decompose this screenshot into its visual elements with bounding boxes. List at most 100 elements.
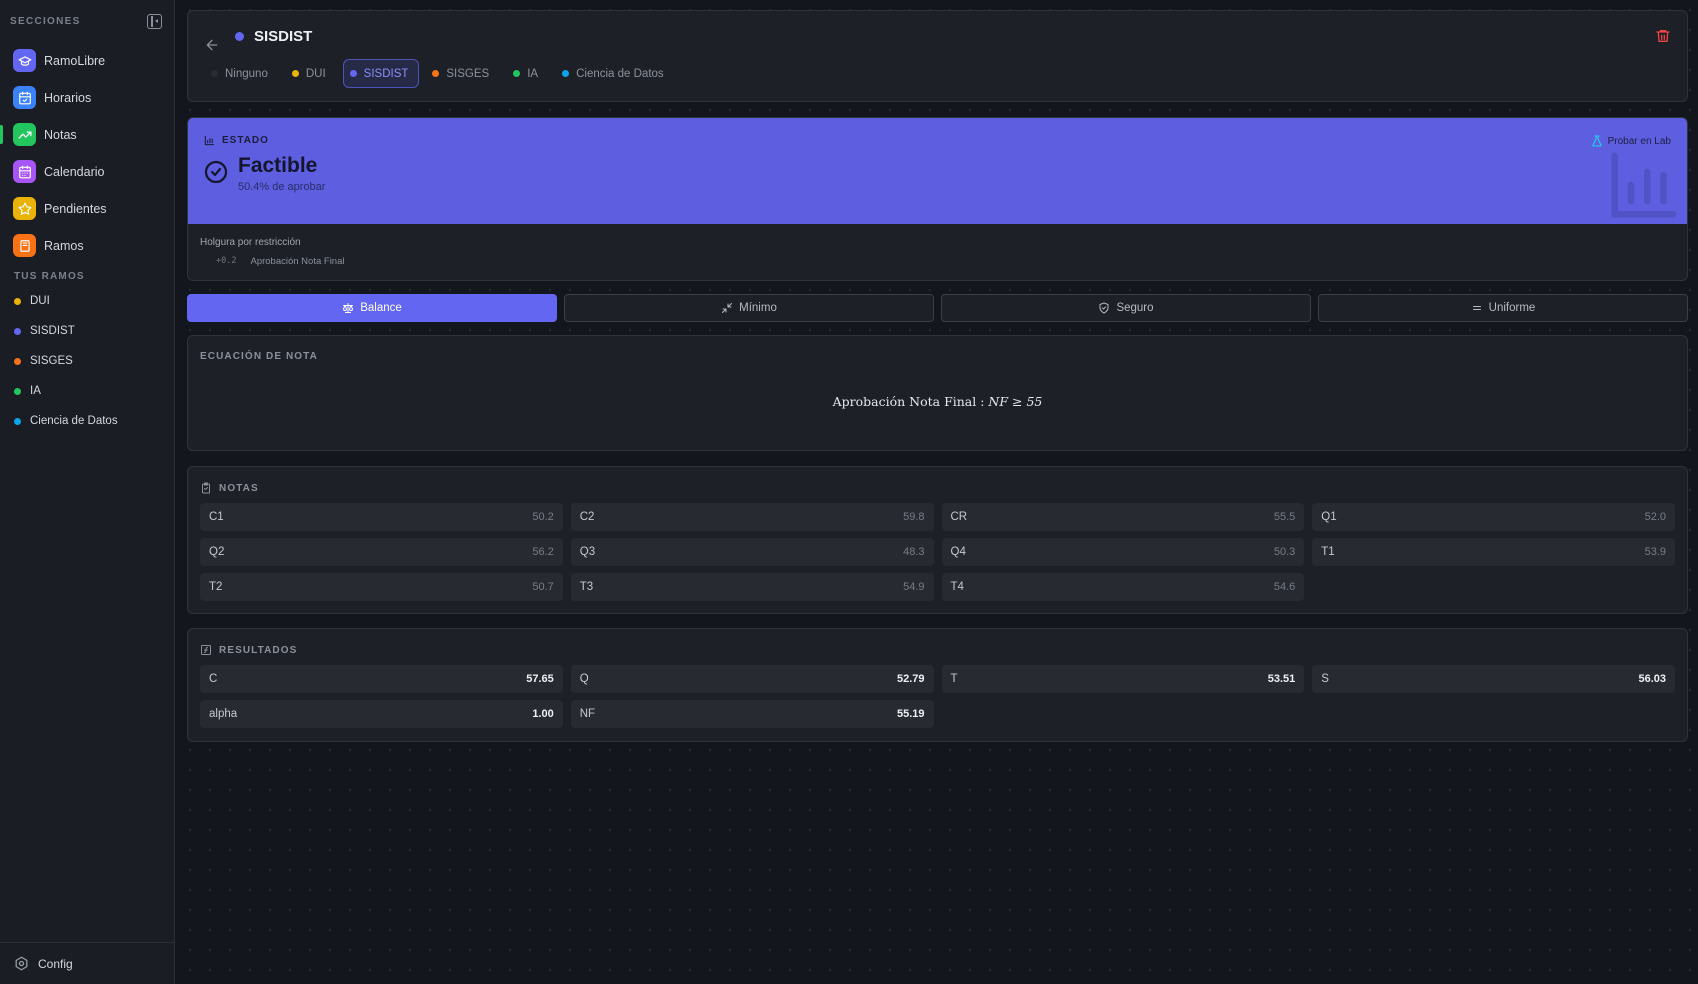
nota-cell[interactable]: Q3 48.3 [570,538,934,566]
sidebar-item-horarios[interactable]: Horarios [0,79,175,116]
resultado-cell: S 56.03 [1312,665,1675,693]
nota-cell[interactable]: T1 53.9 [1312,538,1675,566]
resultado-key: Q [579,673,589,685]
ramo-header-panel: SISDIST Ninguno DUI SISDIST SISGES IA Ci… [187,10,1688,102]
nota-key: Q2 [209,546,225,558]
tab-ninguno[interactable]: Ninguno [204,59,279,88]
sidebar-section-label: SECCIONES [10,15,81,27]
sidebar-item-pendientes[interactable]: Pendientes [0,190,175,227]
mode-label: Seguro [1116,302,1154,314]
nota-key: T3 [579,581,594,593]
back-arrow-icon[interactable] [204,37,220,53]
sidebar-item-label: Notas [44,127,77,142]
resultado-value: 52.79 [896,673,925,685]
nota-key: T1 [1321,546,1335,558]
ramo-label: DUI [30,295,50,307]
color-dot [291,70,299,77]
sidebar-item-label: Horarios [44,90,92,105]
tab-ia[interactable]: IA [506,59,549,88]
color-dot [513,70,521,77]
ramo-item-dui[interactable]: DUI [0,286,175,316]
function-icon [201,645,211,655]
ecuacion-panel: ECUACIÓN DE NOTA Aprobación Nota Final :… [187,335,1688,451]
estado-label-text: ESTADO [222,135,269,146]
nota-value: 54.6 [1273,581,1296,593]
shield-icon [1099,302,1109,314]
equation-text: Aprobación Nota Final : [832,394,985,409]
probar-en-lab-label: Probar en Lab [1607,135,1671,147]
check-circle-icon [204,160,228,184]
notas-panel: NOTAS C1 50.2 C2 59.8 CR 55.5 Q1 52.0 Q2 56.2… [187,466,1688,614]
ramo-item-ciencia-de-datos[interactable]: Ciencia de Datos [0,406,175,436]
star-icon [13,197,36,220]
mode-uniforme-button[interactable]: Uniforme [1318,294,1688,322]
estado-label: ESTADO [204,135,269,146]
nota-cell[interactable]: C1 50.2 [200,503,563,531]
ramo-label: SISGES [30,355,73,367]
ramo-item-sisges[interactable]: SISGES [0,346,175,376]
sidebar: SECCIONES RamoLibre Horarios Notas Calen… [0,0,175,984]
mode-seguro-button[interactable]: Seguro [941,294,1311,322]
sidebar-item-ramos[interactable]: Ramos [0,227,175,264]
config-button[interactable]: Config [0,942,175,984]
nota-cell[interactable]: T4 54.6 [941,573,1305,601]
grade-equation: Aprobación Nota Final : NF ≥ 55 [188,394,1687,409]
nota-cell[interactable]: Q2 56.2 [200,538,563,566]
ramo-color-dot [235,32,244,41]
graduation-cap-icon [13,49,36,72]
notas-label: NOTAS [200,482,259,494]
nota-cell[interactable]: T3 54.9 [570,573,934,601]
color-dot [14,387,21,395]
nota-cell[interactable]: T2 50.7 [200,573,563,601]
resultado-key: NF [579,708,596,720]
ramos-section-label: TUS RAMOS [14,271,85,282]
mode-label: Balance [360,302,402,314]
nota-key: C1 [209,511,224,523]
resultados-label-text: RESULTADOS [219,644,298,656]
collapse-sidebar-icon[interactable] [147,13,162,29]
sidebar-item-notas[interactable]: Notas [0,116,175,153]
resultado-cell: alpha 1.00 [200,700,563,728]
color-dot [211,70,218,77]
tab-dui[interactable]: DUI [285,59,337,88]
mode-balance-button[interactable]: Balance [187,294,557,322]
ecuacion-label: ECUACIÓN DE NOTA [200,351,318,362]
sidebar-item-calendario[interactable]: Calendario [0,153,175,190]
resultado-cell: Q 52.79 [570,665,934,693]
trending-up-icon [13,123,36,146]
nota-cell[interactable]: Q1 52.0 [1312,503,1675,531]
sidebar-item-ramolibre[interactable]: RamoLibre [0,42,175,79]
ramos-list: DUI SISDIST SISGES IA Ciencia de Datos [0,286,175,436]
resultado-key: T [950,673,958,685]
estado-panel: ESTADO Probar en Lab Factible 50.4% de a… [187,117,1688,281]
ramo-item-ia[interactable]: IA [0,376,175,406]
nota-value: 50.3 [1273,546,1296,558]
nota-value: 52.0 [1644,511,1666,523]
clipboard-icon [202,482,210,494]
tab-ciencia-de-datos[interactable]: Ciencia de Datos [555,59,675,88]
tab-label: Ninguno [225,67,268,80]
resultados-label: RESULTADOS [200,644,297,656]
trash-icon[interactable] [1655,28,1671,44]
mode-minimo-button[interactable]: Mínimo [564,294,934,322]
mode-label: Mínimo [739,302,777,314]
tab-label: SISDIST [363,67,409,80]
tab-sisdist[interactable]: SISDIST [342,59,420,88]
tab-label: SISGES [446,67,490,80]
tab-sisges[interactable]: SISGES [425,59,500,88]
nota-value: 50.7 [532,581,554,593]
strategy-selector: Balance Mínimo Seguro Uniforme [187,294,1688,322]
ramo-label: SISDIST [30,325,75,337]
nota-cell[interactable]: CR 55.5 [941,503,1305,531]
ramo-item-sisdist[interactable]: SISDIST [0,316,175,346]
nota-cell[interactable]: Q4 50.3 [941,538,1305,566]
resultado-value: 56.03 [1638,673,1666,685]
nota-cell[interactable]: C2 59.8 [570,503,934,531]
nota-value: 54.9 [903,581,925,593]
nota-value: 59.8 [903,511,925,523]
resultado-cell: NF 55.19 [570,700,934,728]
estado-status: Factible [238,154,318,177]
resultado-key: alpha [209,708,238,720]
resultados-panel: RESULTADOS C 57.65 Q 52.79 T 53.51 S 56.03 a… [187,628,1688,742]
nota-key: C2 [579,511,595,523]
